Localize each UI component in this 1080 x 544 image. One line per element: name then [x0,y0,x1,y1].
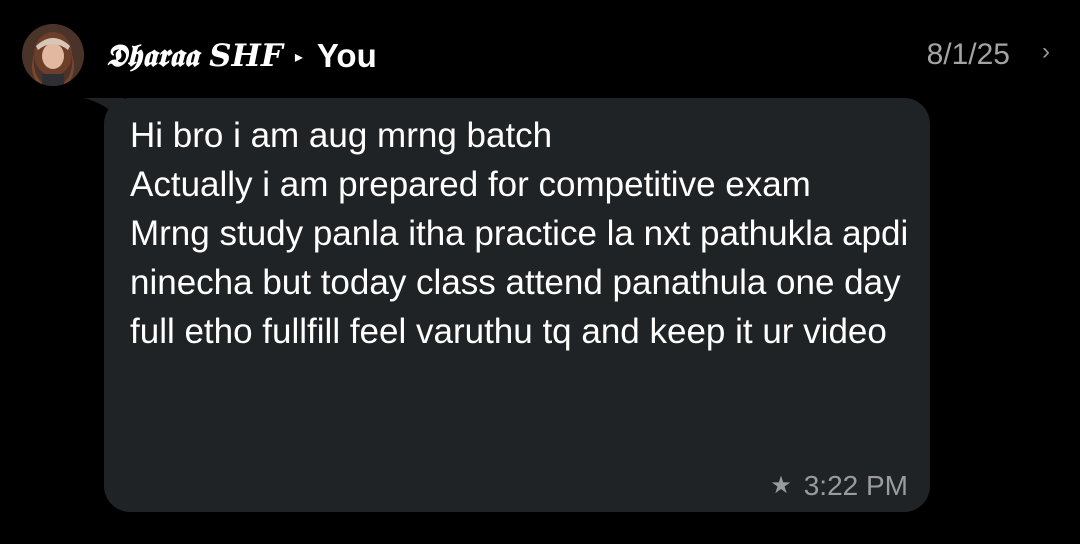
message-meta: ★ 3:22 PM [770,470,908,502]
sender-line: 𝕯𝖍𝖆𝖗𝖆𝖆 SHF ▸ You [106,36,377,76]
arrow-right-icon: ▸ [294,49,303,66]
avatar-image [22,24,84,86]
star-icon: ★ [770,471,792,499]
message-header: 𝕯𝖍𝖆𝖗𝖆𝖆 SHF ▸ You 8/1/25 › [0,0,1080,100]
message-time: 3:22 PM [803,470,908,501]
message-text: Hi bro i am aug mrng batch Actually i am… [130,116,909,351]
avatar[interactable] [22,24,84,86]
recipient-name: You [316,37,377,74]
sender-name[interactable]: 𝕯𝖍𝖆𝖗𝖆𝖆 SHF [106,38,283,75]
chevron-right-icon[interactable]: › [1042,38,1050,66]
message-date: 8/1/25 [926,38,1010,71]
